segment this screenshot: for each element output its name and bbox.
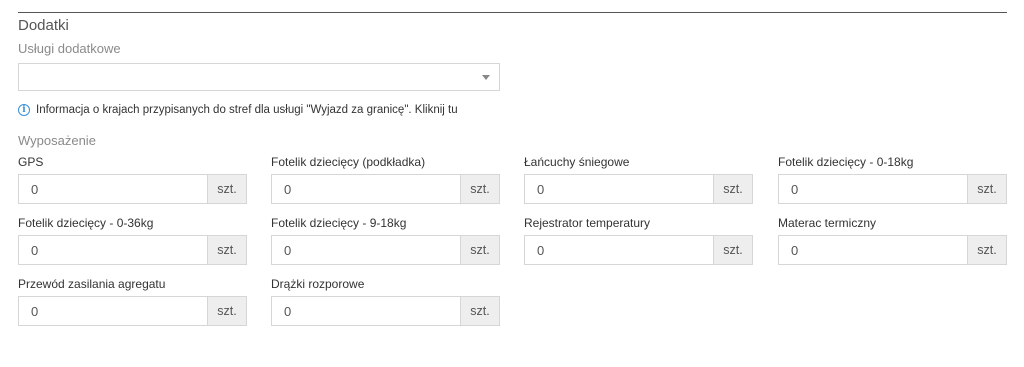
equipment-field-snow-chains: Łańcuchy śniegowe szt. [524, 155, 753, 204]
equipment-field-gps: GPS szt. [18, 155, 247, 204]
field-label: Fotelik dziecięcy - 0-18kg [778, 155, 914, 169]
quantity-input[interactable] [524, 235, 713, 265]
equipment-field-generator-cable: Przewód zasilania agregatu szt. [18, 277, 247, 326]
field-label: Drążki rozporowe [271, 277, 365, 291]
quantity-input[interactable] [271, 235, 460, 265]
quantity-input[interactable] [778, 235, 967, 265]
quantity-input[interactable] [271, 174, 460, 204]
unit-addon: szt. [967, 235, 1007, 265]
field-label: Fotelik dziecięcy (podkładka) [271, 155, 426, 169]
field-label: Rejestrator temperatury [524, 216, 651, 230]
field-label: Łańcuchy śniegowe [524, 155, 630, 169]
equipment-field-spreader-bars: Drążki rozporowe szt. [271, 277, 500, 326]
equipment-field-booster-seat: Fotelik dziecięcy (podkładka) szt. [271, 155, 500, 204]
quantity-input[interactable] [778, 174, 967, 204]
info-link-text[interactable]: Informacja o krajach przypisanych do str… [36, 104, 458, 116]
quantity-input[interactable] [18, 296, 207, 326]
unit-addon: szt. [207, 235, 247, 265]
unit-addon: szt. [713, 174, 753, 204]
equipment-field-child-seat-0-18: Fotelik dziecięcy - 0-18kg szt. [778, 155, 1007, 204]
foreign-travel-info[interactable]: i Informacja o krajach przypisanych do s… [18, 103, 458, 117]
unit-addon: szt. [713, 235, 753, 265]
additional-services-select[interactable] [18, 63, 500, 91]
quantity-input[interactable] [18, 235, 207, 265]
field-label: Przewód zasilania agregatu [18, 277, 166, 291]
chevron-down-icon[interactable] [482, 75, 490, 80]
field-label: Fotelik dziecięcy - 9-18kg [271, 216, 407, 230]
quantity-input[interactable] [524, 174, 713, 204]
equipment-field-thermal-mattress: Materac termiczny szt. [778, 216, 1007, 265]
section-title: Dodatki [18, 17, 69, 34]
equipment-field-child-seat-0-36: Fotelik dziecięcy - 0-36kg szt. [18, 216, 247, 265]
unit-addon: szt. [967, 174, 1007, 204]
unit-addon: szt. [207, 174, 247, 204]
unit-addon: szt. [460, 174, 500, 204]
unit-addon: szt. [207, 296, 247, 326]
equipment-field-temperature-recorder: Rejestrator temperatury szt. [524, 216, 753, 265]
quantity-input[interactable] [18, 174, 207, 204]
additional-services-label: Usługi dodatkowe [18, 41, 121, 56]
info-icon: i [18, 104, 30, 116]
section-divider [18, 12, 1007, 13]
unit-addon: szt. [460, 296, 500, 326]
equipment-field-child-seat-9-18: Fotelik dziecięcy - 9-18kg szt. [271, 216, 500, 265]
field-label: Fotelik dziecięcy - 0-36kg [18, 216, 154, 230]
equipment-label: Wyposażenie [18, 133, 96, 148]
field-label: Materac termiczny [778, 216, 877, 230]
unit-addon: szt. [460, 235, 500, 265]
quantity-input[interactable] [271, 296, 460, 326]
field-label: GPS [18, 155, 44, 169]
